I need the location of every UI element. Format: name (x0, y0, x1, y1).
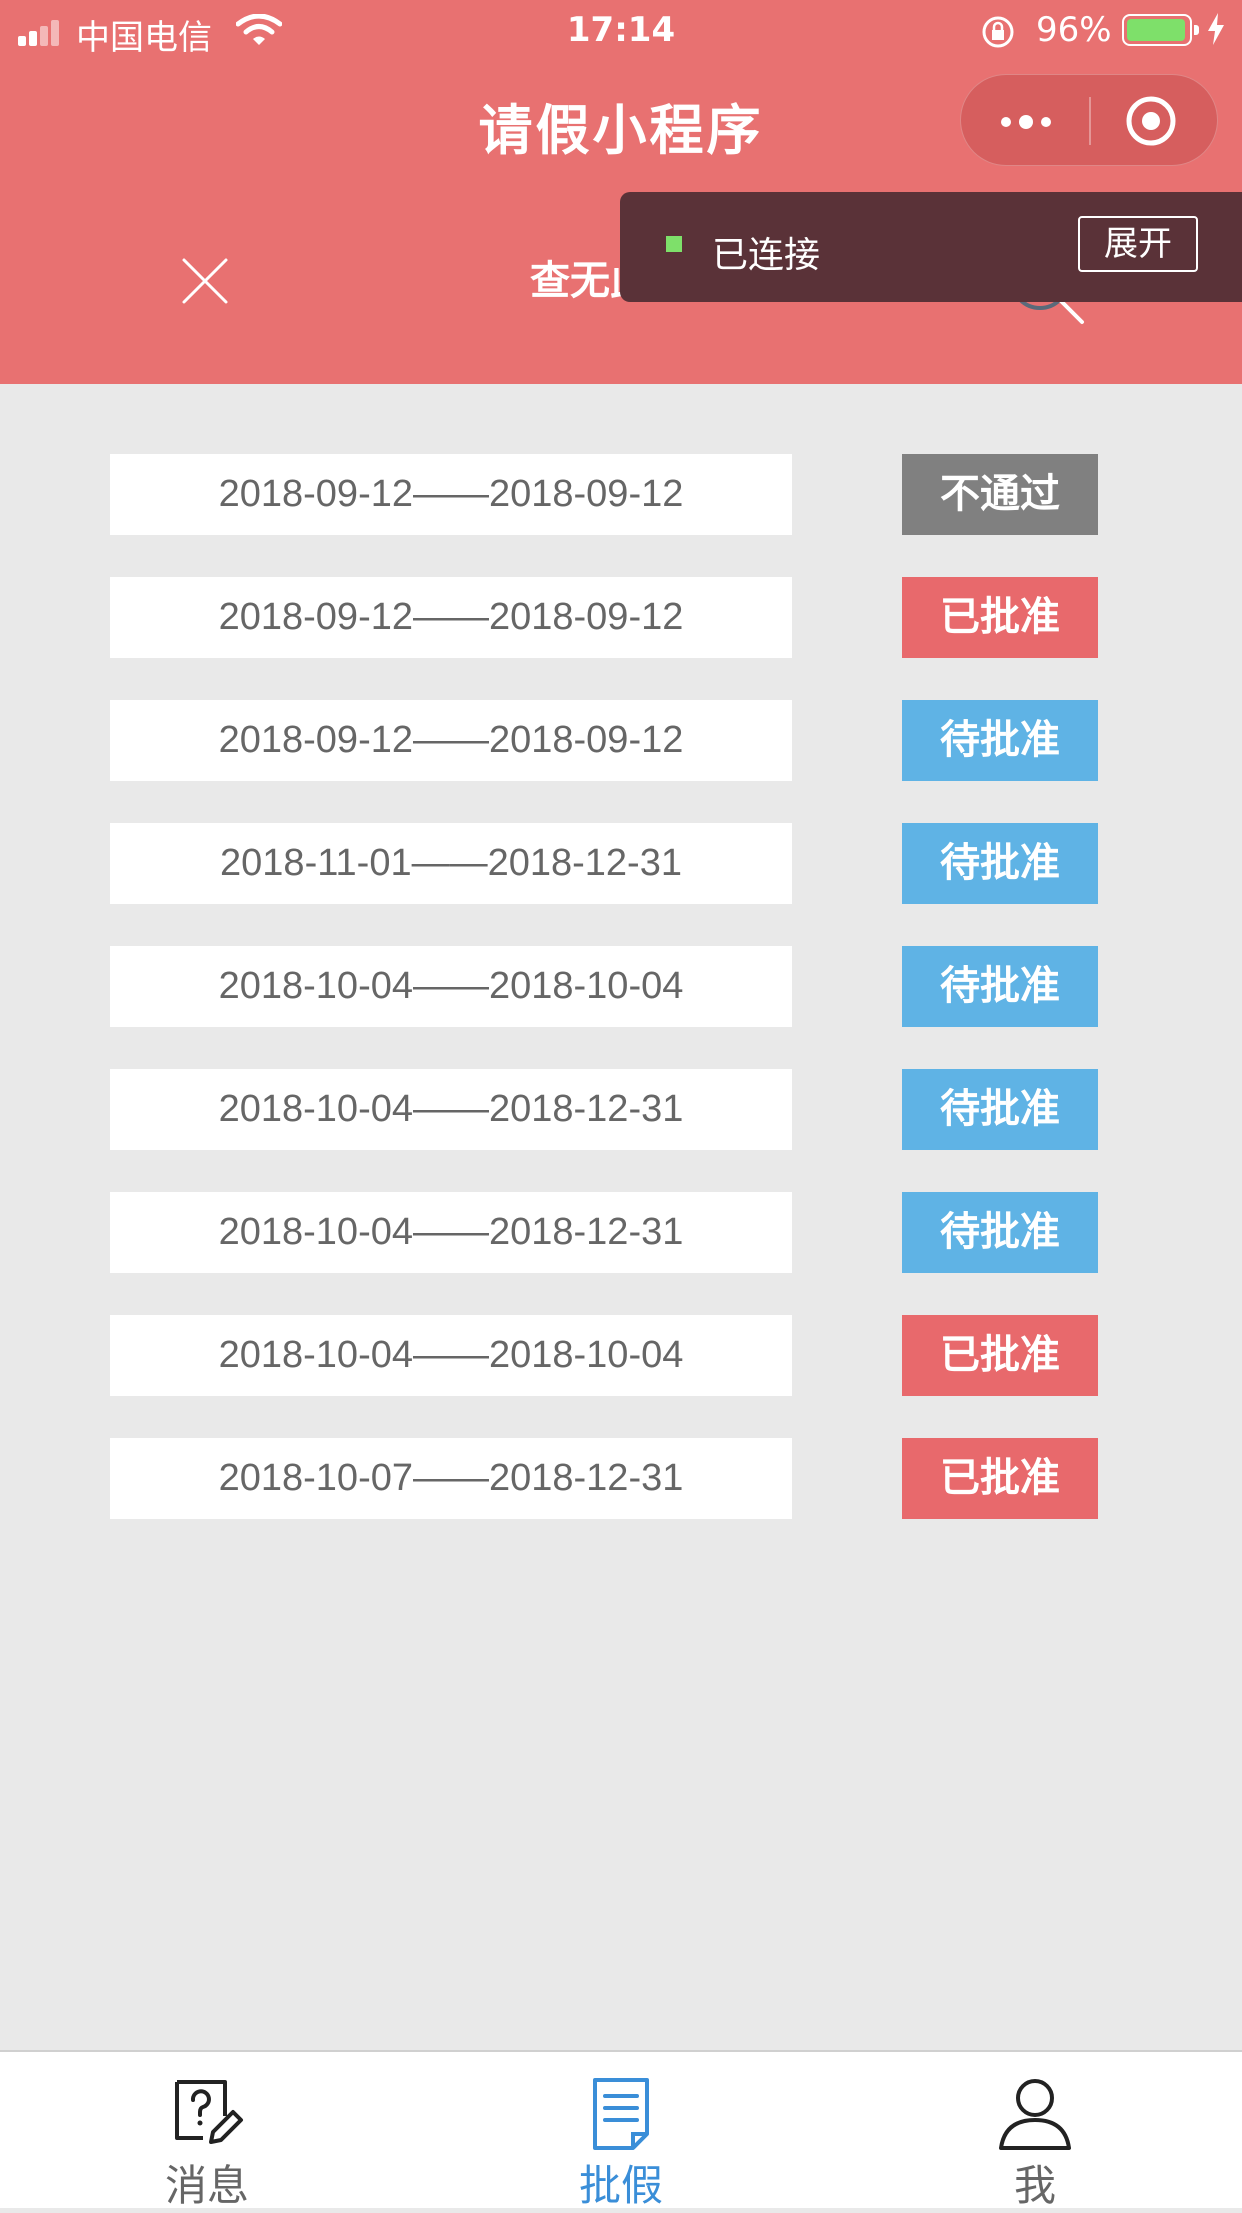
leave-date-range[interactable]: 2018-09-12——2018-09-12 (110, 577, 792, 658)
list-item: 2018-09-12——2018-09-12 不通过 (0, 454, 1242, 577)
list-item: 2018-11-01——2018-12-31 待批准 (0, 823, 1242, 946)
leave-date-range[interactable]: 2018-09-12——2018-09-12 (110, 700, 792, 781)
tab-messages[interactable]: 消息 (0, 2052, 414, 2210)
list-item: 2018-09-12——2018-09-12 已批准 (0, 577, 1242, 700)
exit-mini-program-button[interactable] (1091, 75, 1219, 167)
tab-me[interactable]: 我 (828, 2052, 1242, 2210)
charging-icon (1208, 13, 1224, 45)
leave-status-button[interactable]: 已批准 (902, 577, 1098, 658)
leave-date-range[interactable]: 2018-10-04——2018-12-31 (110, 1192, 792, 1273)
tab-bar: 消息 批假 我 (0, 2050, 1242, 2210)
rotation-lock-icon (982, 16, 1014, 48)
debug-connection-banner: 已连接 展开 (620, 192, 1242, 302)
status-bar: 中国电信 17:14 96% (0, 0, 1242, 60)
user-icon (999, 2079, 1071, 2150)
leave-status-button[interactable]: 待批准 (902, 1069, 1098, 1150)
close-icon[interactable] (180, 256, 230, 306)
leave-status-button[interactable]: 已批准 (902, 1315, 1098, 1396)
connection-status-text: 已连接 (712, 235, 821, 276)
mini-program-capsule (960, 74, 1218, 166)
leave-status-button[interactable]: 不通过 (902, 454, 1098, 535)
battery-icon (1122, 14, 1199, 46)
target-icon (1126, 96, 1176, 146)
list-item: 2018-09-12——2018-09-12 待批准 (0, 700, 1242, 823)
document-icon (593, 2078, 649, 2150)
more-button[interactable] (961, 75, 1089, 167)
leave-list: 2018-09-12——2018-09-12 不通过 2018-09-12——201… (0, 454, 1242, 1561)
leave-date-range[interactable]: 2018-11-01——2018-12-31 (110, 823, 792, 904)
expand-button[interactable]: 展开 (1078, 216, 1198, 272)
leave-date-range[interactable]: 2018-10-04——2018-10-04 (110, 946, 792, 1027)
tab-label-leave-approval: 批假 (578, 2161, 663, 2210)
battery-percent: 96% (1036, 10, 1112, 50)
list-item: 2018-10-04——2018-10-04 待批准 (0, 946, 1242, 1069)
tab-leave-approval[interactable]: 批假 (414, 2052, 828, 2210)
leave-date-range[interactable]: 2018-10-07——2018-12-31 (110, 1438, 792, 1519)
tab-label-me: 我 (1013, 2161, 1056, 2210)
leave-status-button[interactable]: 待批准 (902, 1192, 1098, 1273)
list-item: 2018-10-04——2018-12-31 待批准 (0, 1069, 1242, 1192)
leave-status-button[interactable]: 待批准 (902, 946, 1098, 1027)
tab-label-messages: 消息 (164, 2161, 249, 2210)
leave-date-range[interactable]: 2018-10-04——2018-10-04 (110, 1315, 792, 1396)
list-item: 2018-10-04——2018-12-31 待批准 (0, 1192, 1242, 1315)
leave-status-button[interactable]: 已批准 (902, 1438, 1098, 1519)
leave-status-button[interactable]: 待批准 (902, 823, 1098, 904)
list-item: 2018-10-07——2018-12-31 已批准 (0, 1438, 1242, 1561)
leave-status-button[interactable]: 待批准 (902, 700, 1098, 781)
connection-status-dot (666, 236, 682, 252)
leave-date-range[interactable]: 2018-10-04——2018-12-31 (110, 1069, 792, 1150)
question-edit-icon (175, 2080, 243, 2144)
leave-date-range[interactable]: 2018-09-12——2018-09-12 (110, 454, 792, 535)
list-item: 2018-10-04——2018-10-04 已批准 (0, 1315, 1242, 1438)
